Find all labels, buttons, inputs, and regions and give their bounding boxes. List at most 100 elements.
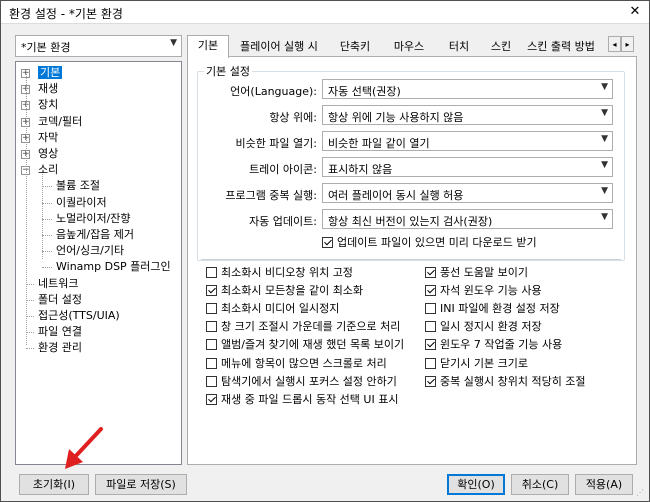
- tree-item[interactable]: 코덱/필터: [38, 114, 82, 130]
- checkbox-label: 닫기시 기본 크기로: [440, 356, 528, 370]
- tree-item[interactable]: 자막: [38, 130, 58, 146]
- option-checkbox[interactable]: INI 파일에 환경 설정 저장: [425, 301, 560, 317]
- tree-connector: [42, 267, 52, 269]
- checkbox-label: 윈도우 7 작업줄 기능 사용: [440, 338, 563, 352]
- tab-strip: 기본 플레이어 실행 시 단축키 마우스 터치 스킨 스킨 출력 방법 ◂ ▸: [187, 35, 637, 58]
- tree-item-label: 음높게/잡음 제거: [56, 228, 135, 241]
- tab-item[interactable]: 기본: [187, 35, 229, 58]
- setting-select[interactable]: 항상 최신 버전이 있는지 검사(권장) ▼: [322, 209, 613, 229]
- option-checkbox[interactable]: 메뉴에 항목이 많으면 스크롤로 처리: [206, 356, 387, 372]
- tree-item-label: 이퀄라이저: [56, 195, 107, 209]
- checkbox-icon: [425, 321, 436, 333]
- tab-item[interactable]: 터치: [437, 37, 481, 57]
- checkbox-icon: [206, 375, 217, 387]
- tree-item[interactable]: 언어/싱크/기타: [56, 243, 124, 259]
- profile-select-value: *기본 환경: [21, 41, 71, 54]
- checkbox-icon: [322, 237, 333, 248]
- tree-item[interactable]: Winamp DSP 플러그인: [56, 259, 171, 275]
- tree-item-label: 환경 관리: [38, 341, 82, 355]
- option-checkbox[interactable]: 탐색기에서 실행시 포커스 설정 안하기: [206, 374, 397, 390]
- tree-item-label: 언어/싱크/기타: [56, 244, 125, 258]
- setting-select[interactable]: 비슷한 파일 같이 열기 ▼: [322, 131, 613, 151]
- option-checkbox[interactable]: 최소화시 미디어 일시정지: [206, 301, 339, 317]
- tree-item[interactable]: 노멀라이저/잔향: [56, 211, 131, 227]
- tree-item[interactable]: 재생: [38, 81, 58, 97]
- title-bar: 환경 설정 - *기본 환경 ✕: [1, 1, 649, 24]
- tree-connector: [26, 299, 34, 301]
- tree-connector: [42, 202, 52, 204]
- option-checkbox[interactable]: 앨범/즐겨 찾기에 재생 했던 목록 보이기: [206, 337, 404, 353]
- checkbox-label: 창 크기 조절시 가운데를 기준으로 처리: [221, 320, 401, 334]
- option-checkbox[interactable]: 중복 실행시 창위치 적당히 조절: [425, 374, 586, 390]
- tree-item[interactable]: 폴더 설정: [38, 292, 82, 308]
- setting-select[interactable]: 자동 선택(권장) ▼: [322, 79, 613, 99]
- tree-item[interactable]: 네트워크: [38, 276, 78, 292]
- tree-connector: [42, 251, 52, 253]
- tree-connector: [42, 235, 52, 236]
- tree-item-label: Winamp DSP 플러그인: [56, 260, 171, 274]
- option-checkbox[interactable]: 닫기시 기본 크기로: [425, 356, 528, 372]
- tree-item-label: 접근성(TTS/UIA): [38, 309, 120, 322]
- setting-label: 항상 위에:: [269, 111, 317, 124]
- tree-item[interactable]: 기본: [38, 65, 63, 81]
- settings-tree[interactable]: + 기본 + 재생 + 장치 + 코덱/필터 + 자막 + 영상 − 소리 볼륨 조절 이퀄라이저 노멀라이저/…: [15, 61, 182, 465]
- tab-scroll-right-icon[interactable]: ▸: [621, 36, 634, 52]
- setting-label: 자동 업데이트:: [249, 215, 317, 228]
- option-checkbox[interactable]: 최소화시 비디오창 위치 고정: [206, 265, 353, 281]
- option-checkbox[interactable]: 재생 중 파일 드롭시 동작 선택 UI 표시: [206, 392, 398, 408]
- tab-item[interactable]: 스킨 출력 방법: [521, 37, 601, 57]
- resize-grip-icon[interactable]: ⋰: [636, 488, 646, 498]
- option-checkbox[interactable]: 최소화시 모든창을 같이 최소화: [206, 283, 363, 299]
- tree-item[interactable]: 장치: [38, 97, 58, 113]
- tree-item[interactable]: 이퀄라이저: [56, 195, 107, 211]
- chevron-down-icon: ▼: [601, 160, 608, 170]
- tree-item-label: 네트워크: [38, 276, 79, 290]
- profile-select[interactable]: *기본 환경 ▼: [15, 35, 182, 57]
- tab-scroll-left-icon[interactable]: ◂: [608, 36, 621, 52]
- apply-button[interactable]: 적용(A): [575, 474, 633, 495]
- setting-label: 언어(Language):: [230, 85, 317, 98]
- ok-button[interactable]: 확인(O): [447, 474, 505, 495]
- checkbox-icon: [206, 321, 217, 333]
- option-checkbox[interactable]: 풍선 도움말 보이기: [425, 265, 528, 281]
- tree-item[interactable]: 영상: [38, 146, 58, 162]
- setting-select[interactable]: 여러 플레이어 동시 실행 허용 ▼: [322, 183, 613, 203]
- setting-select-value: 자동 선택(권장): [328, 85, 401, 98]
- tree-item-label: 폴더 설정: [38, 292, 82, 306]
- separator: [201, 259, 621, 260]
- tree-item[interactable]: 환경 관리: [38, 340, 82, 356]
- checkbox-icon: [425, 303, 436, 315]
- tree-item[interactable]: 접근성(TTS/UIA): [38, 308, 120, 324]
- option-checkbox[interactable]: 자석 윈도우 기능 사용: [425, 283, 542, 299]
- option-checkbox[interactable]: 일시 정지시 환경 저장: [425, 319, 542, 335]
- tree-item[interactable]: 볼륨 조절: [56, 178, 100, 194]
- setting-select[interactable]: 표시하지 않음 ▼: [322, 157, 613, 177]
- checkbox-label: 최소화시 모든창을 같이 최소화: [221, 284, 364, 298]
- cancel-button[interactable]: 취소(C): [511, 474, 569, 495]
- tab-item[interactable]: 마우스: [383, 37, 435, 57]
- setting-label: 비슷한 파일 열기:: [235, 137, 317, 150]
- tree-item-label: 자막: [38, 130, 59, 144]
- tab-item[interactable]: 플레이어 실행 시: [231, 37, 327, 57]
- update-download-checkbox[interactable]: 업데이트 파일이 있으면 미리 다운로드 받기: [322, 235, 537, 251]
- checkbox-label: 재생 중 파일 드롭시 동작 선택 UI 표시: [221, 392, 399, 406]
- checkbox-label: 일시 정지시 환경 저장: [440, 320, 542, 334]
- option-checkbox[interactable]: 윈도우 7 작업줄 기능 사용: [425, 337, 562, 353]
- preferences-window: 환경 설정 - *기본 환경 ✕ *기본 환경 ▼ + 기본 + 재생 + 장치 + 코덱/필…: [0, 0, 650, 502]
- close-icon[interactable]: ✕: [627, 4, 643, 20]
- chevron-down-icon: ▼: [601, 212, 608, 222]
- checkbox-label: 최소화시 비디오창 위치 고정: [221, 266, 353, 279]
- tree-item[interactable]: 파일 연결: [38, 324, 82, 340]
- save-to-file-button[interactable]: 파일로 저장(S): [95, 474, 187, 495]
- option-checkbox[interactable]: 창 크기 조절시 가운데를 기준으로 처리: [206, 319, 400, 335]
- tab-item[interactable]: 스킨: [483, 37, 519, 57]
- setting-select-value: 여러 플레이어 동시 실행 허용: [328, 189, 464, 202]
- setting-select[interactable]: 항상 위에 기능 사용하지 않음 ▼: [322, 105, 613, 125]
- reset-button[interactable]: 초기화(I): [19, 474, 89, 495]
- window-title: 환경 설정 - *기본 환경: [9, 7, 123, 21]
- tab-item[interactable]: 단축키: [329, 37, 381, 57]
- checkbox-icon: [425, 267, 436, 278]
- checkbox-label: 중복 실행시 창위치 적당히 조절: [440, 374, 586, 388]
- tree-item[interactable]: 음높게/잡음 제거: [56, 227, 134, 243]
- checkbox-icon: [425, 375, 436, 387]
